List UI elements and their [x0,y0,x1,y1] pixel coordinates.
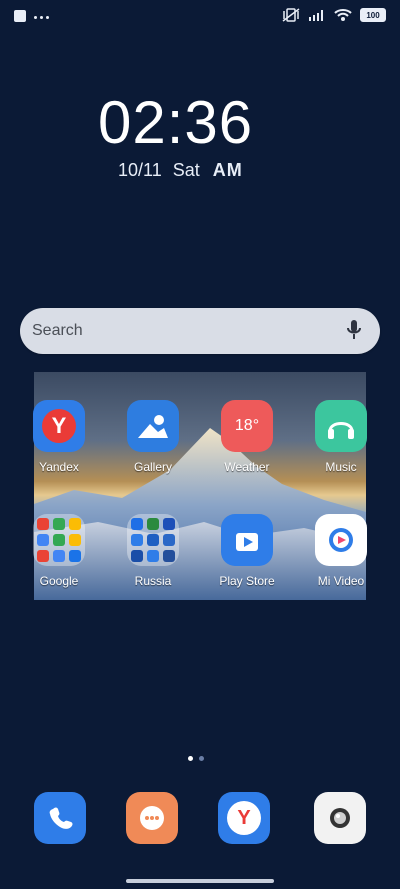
status-bar: 100 [0,0,400,36]
camera-icon [330,808,350,828]
home-indicator[interactable] [126,879,274,883]
folder-google[interactable]: Google [24,514,94,594]
battery-level: 100 [366,10,380,20]
weather-temp: 18° [234,417,260,434]
google-folder-icon [33,514,85,566]
app-label: Mi Video [317,574,365,588]
search-placeholder: Search [32,322,83,339]
square-icon [14,10,26,22]
yandex-icon: Y [33,400,85,452]
app-label: Gallery [133,460,172,474]
date-text: 10/11 [118,160,162,180]
date-line[interactable]: 10/11 Sat AM [118,160,243,181]
signal-icon [309,10,323,21]
app-label: Play Store [219,574,275,588]
app-label: Weather [224,460,270,474]
wifi-icon [334,9,352,21]
app-mi-video[interactable]: Mi Video [306,514,376,594]
play-store-icon [221,514,273,566]
app-grid: Y Yandex Gallery 18° Weather Music Googl… [33,398,367,598]
yandex-browser-icon: Y [227,801,261,835]
more-icon [34,10,50,22]
app-music[interactable]: Music [306,400,376,480]
app-label: Music [325,460,357,474]
folder-russia[interactable]: Russia [118,514,188,594]
music-icon [315,400,367,452]
app-yandex[interactable]: Y Yandex [24,400,94,480]
app-play-store[interactable]: Play Store [212,514,282,594]
messages-icon [140,806,164,830]
dock-messages[interactable] [126,792,178,844]
page-dot [199,756,204,761]
battery-icon: 100 [360,8,386,22]
mi-video-icon [315,514,367,566]
dock-yandex-browser[interactable]: Y [218,792,270,844]
phone-icon [49,807,73,829]
app-label: Yandex [39,460,79,474]
page-indicator[interactable] [188,756,204,761]
dock-camera[interactable] [314,792,366,844]
day-text: Sat [172,160,200,180]
app-label: Google [39,574,79,588]
search-bar[interactable]: Search [20,308,380,354]
status-left [14,10,50,22]
russia-folder-icon [127,514,179,566]
vibrate-icon [282,8,300,22]
dock-phone[interactable] [34,792,86,844]
ampm-text: AM [212,160,243,180]
app-weather[interactable]: 18° Weather [212,400,282,480]
mic-icon[interactable] [344,318,364,342]
app-label: Russia [134,574,172,588]
status-right: 100 [282,8,386,22]
gallery-icon [127,400,179,452]
clock-time[interactable]: 02:36 [98,88,253,157]
weather-icon: 18° [221,400,273,452]
app-gallery[interactable]: Gallery [118,400,188,480]
page-dot-active [188,756,193,761]
